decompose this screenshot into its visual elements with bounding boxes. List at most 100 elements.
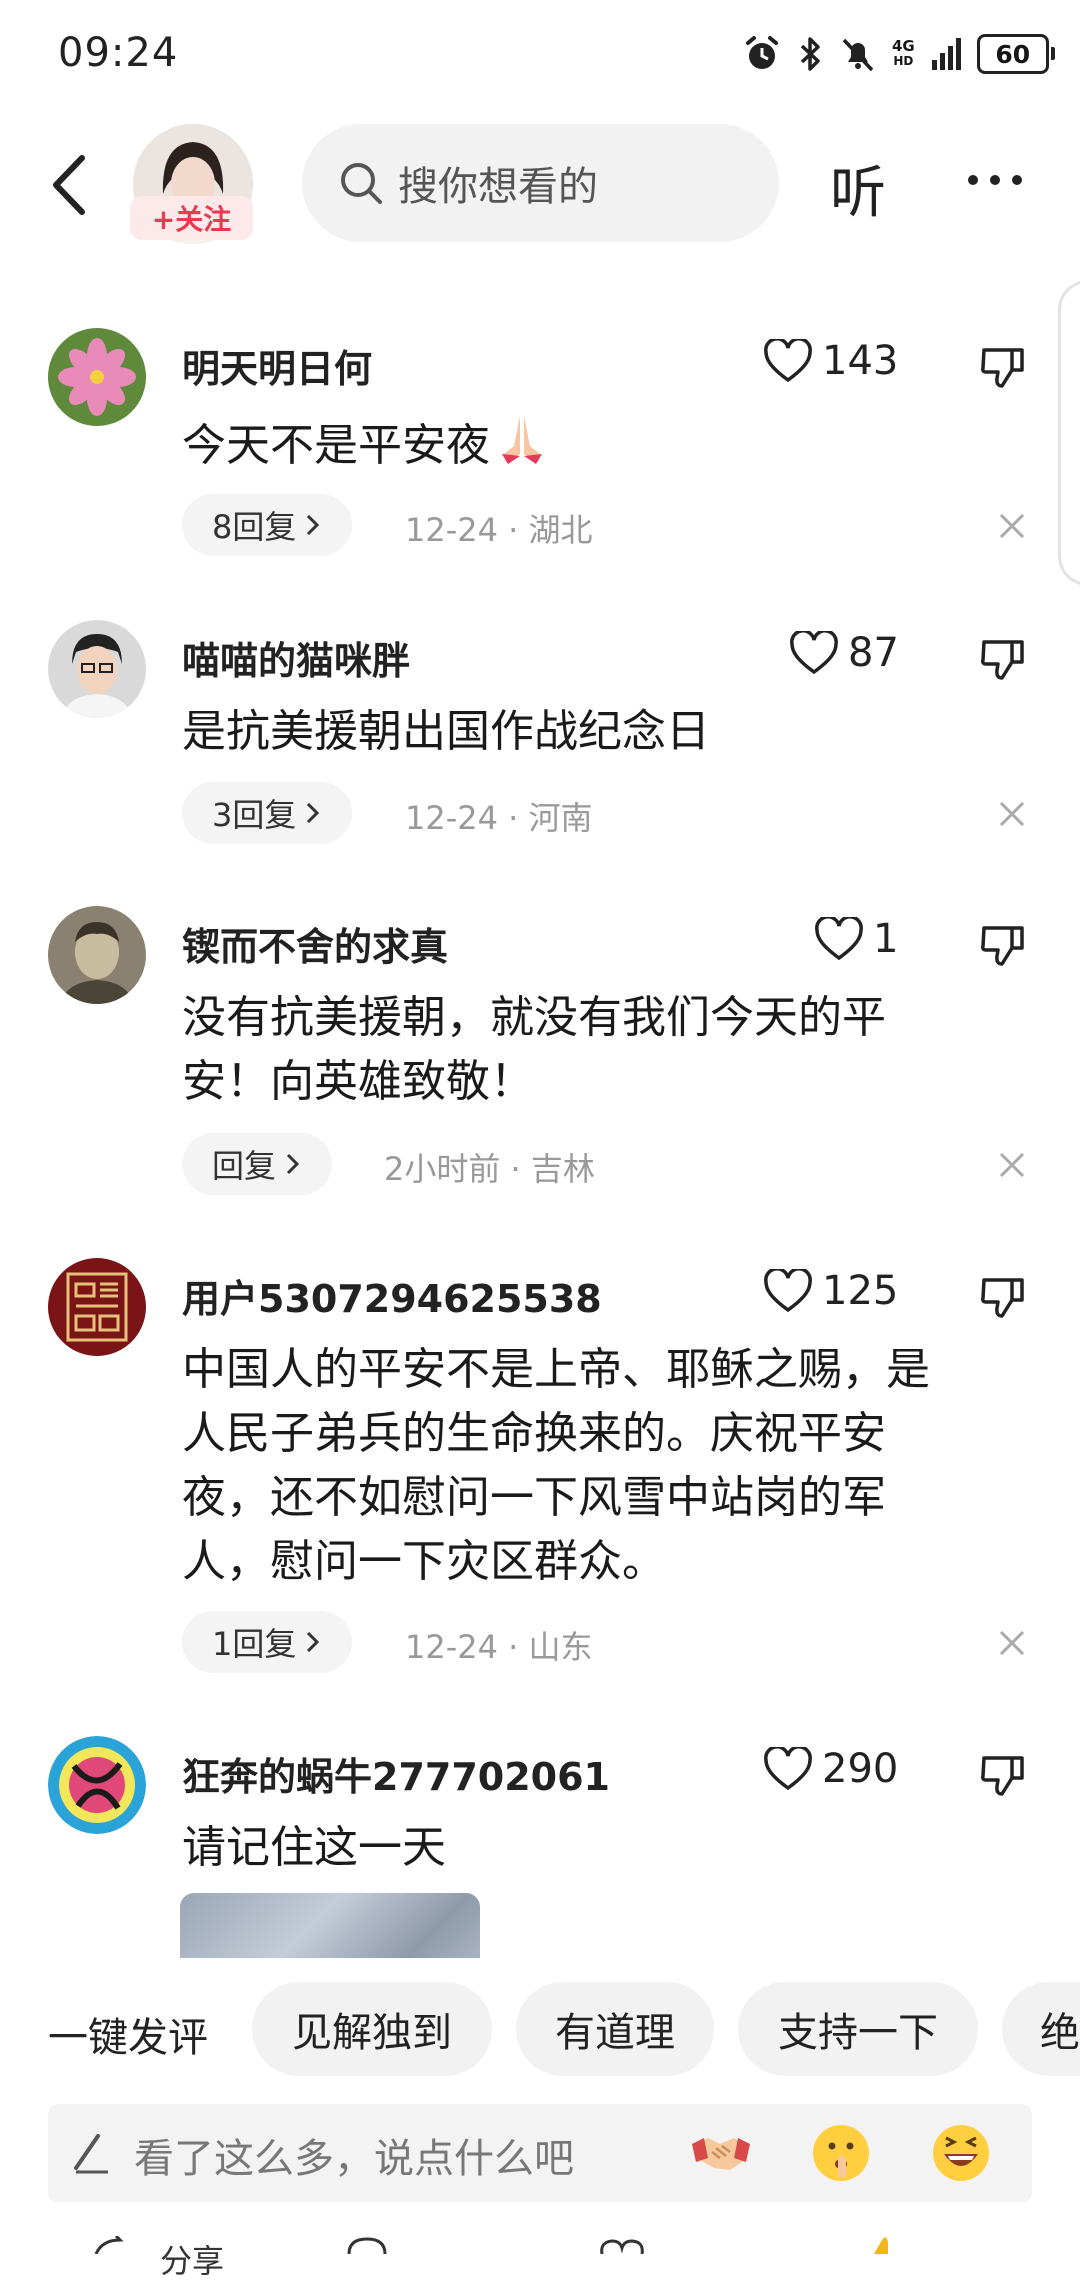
grinning-face-emoji[interactable] xyxy=(930,2122,992,2184)
quick-comment-chip[interactable]: 支持一下 xyxy=(738,1982,978,2076)
comment-text-line: 人，慰问一下灾区群众。 xyxy=(182,1536,666,1587)
more-icon[interactable] xyxy=(965,150,1025,210)
comment-date: 12-24 xyxy=(405,1628,498,1666)
comment-location: 吉林 xyxy=(530,1150,595,1188)
dislike-icon[interactable] xyxy=(980,344,1026,390)
heart-icon xyxy=(764,1747,812,1791)
praying-hands-emoji xyxy=(502,416,542,464)
comment-text-line: 安！向英雄致敬！ xyxy=(182,1056,534,1107)
reply-count: 8回复 xyxy=(212,508,297,546)
status-icons: 4G HD 60 xyxy=(742,30,1055,78)
reply-pill[interactable]: 1回复 xyxy=(182,1611,353,1673)
like-button[interactable]: 290 xyxy=(764,1746,898,1792)
chevron-right-icon xyxy=(307,1631,320,1653)
like-count: 87 xyxy=(848,630,899,676)
comment-location: 湖北 xyxy=(528,511,593,549)
reply-count: 3回复 xyxy=(212,796,297,834)
quick-comment-chip[interactable]: 绝 xyxy=(1002,1982,1080,2076)
reply-pill[interactable]: 3回复 xyxy=(182,782,353,844)
comment-meta: 12-24 · 湖北 xyxy=(405,511,593,549)
comment-date: 12-24 xyxy=(405,511,498,549)
bluetooth-icon xyxy=(800,37,820,71)
dislike-icon[interactable] xyxy=(980,922,1026,968)
comment-text-content: 今天不是平安夜 xyxy=(182,420,490,471)
comment-image[interactable] xyxy=(180,1893,480,1958)
heart-icon xyxy=(815,917,863,961)
comment-username[interactable]: 用户5307294625538 xyxy=(182,1268,602,1323)
comment-username[interactable]: 狂奔的蜗牛277702061 xyxy=(182,1746,610,1801)
comment-meta: 2小时前 · 吉林 xyxy=(384,1150,595,1188)
comment-text-line: 中国人的平安不是上帝、耶稣之赐，是 xyxy=(182,1344,930,1395)
heart-icon xyxy=(790,631,838,675)
close-icon[interactable] xyxy=(998,1151,1026,1179)
quick-comment-label: 一键发评 xyxy=(48,2015,208,2061)
reply-count: 1回复 xyxy=(212,1625,297,1663)
network-type: 4G xyxy=(892,37,915,55)
comment-meta: 12-24 · 山东 xyxy=(405,1628,593,1666)
like-button[interactable]: 143 xyxy=(764,338,898,384)
like-count: 125 xyxy=(822,1268,899,1314)
signal-icon xyxy=(931,38,961,70)
side-drawer-handle[interactable] xyxy=(1058,280,1080,586)
alarm-icon xyxy=(746,36,778,69)
search-bar[interactable]: 搜你想看的 xyxy=(302,124,779,242)
dislike-icon[interactable] xyxy=(980,1752,1026,1798)
like-button[interactable]: 87 xyxy=(790,630,899,676)
network-sub: HD xyxy=(893,54,914,68)
comment-icon[interactable] xyxy=(345,2236,389,2254)
comment-avatar[interactable] xyxy=(48,1736,146,1834)
cartoon-avatar-image xyxy=(48,620,146,718)
battery-icon: 60 xyxy=(976,34,1055,74)
comment-text: 请记住这一天 xyxy=(182,1822,446,1873)
dislike-icon[interactable] xyxy=(980,1274,1026,1320)
like-count: 290 xyxy=(822,1746,899,1792)
like-button[interactable]: 125 xyxy=(764,1268,898,1314)
chevron-right-icon xyxy=(307,802,320,824)
comment-date: 12-24 xyxy=(405,799,498,837)
vintage-photo-avatar-image xyxy=(48,906,146,1004)
comment-text-line: 人民子弟兵的生命换来的。庆祝平安 xyxy=(182,1408,886,1459)
close-icon[interactable] xyxy=(998,1629,1026,1657)
comment-text: 是抗美援朝出国作战纪念日 xyxy=(182,706,710,757)
like-icon[interactable] xyxy=(598,2238,646,2254)
comment-text-line: 没有抗美援朝，就没有我们今天的平 xyxy=(182,992,886,1043)
comment-location: 山东 xyxy=(528,1628,593,1666)
shushing-face-emoji[interactable] xyxy=(810,2122,872,2184)
comment-username[interactable]: 锲而不舍的求真 xyxy=(182,916,448,971)
dislike-icon[interactable] xyxy=(980,636,1026,682)
share-icon[interactable] xyxy=(92,2236,132,2254)
graffiti-avatar-image xyxy=(48,1736,146,1834)
like-count: 143 xyxy=(822,338,899,384)
comment-avatar[interactable] xyxy=(48,1258,146,1356)
handshake-emoji[interactable] xyxy=(690,2122,752,2184)
quick-comment-chip[interactable]: 有道理 xyxy=(516,1982,714,2076)
comment-input-placeholder: 看了这么多，说点什么吧 xyxy=(134,2136,574,2182)
comment-avatar[interactable] xyxy=(48,620,146,718)
comment-text: 没有抗美援朝，就没有我们今天的平 安！向英雄致敬！ xyxy=(182,986,886,1114)
quick-comment-chip[interactable]: 见解独到 xyxy=(252,1982,492,2076)
share-label[interactable]: 分享 xyxy=(160,2236,224,2282)
chevron-right-icon xyxy=(307,514,320,536)
chevron-right-icon xyxy=(286,1153,300,1175)
back-arrow-icon[interactable] xyxy=(44,150,104,220)
like-button[interactable]: 1 xyxy=(815,916,898,962)
comment-username[interactable]: 喵喵的猫咪胖 xyxy=(182,630,410,685)
comment-text: 今天不是平安夜 xyxy=(182,410,550,478)
reply-pill[interactable]: 8回复 xyxy=(182,494,353,556)
comment-username[interactable]: 明天明日何 xyxy=(182,338,372,393)
reply-pill[interactable]: 回复 xyxy=(182,1133,333,1195)
thumb-up-icon[interactable] xyxy=(866,2236,902,2254)
pencil-icon xyxy=(74,2134,108,2174)
close-icon[interactable] xyxy=(998,800,1026,828)
comment-location: 河南 xyxy=(528,799,593,837)
comment-avatar[interactable] xyxy=(48,906,146,1004)
comment-meta: 12-24 · 河南 xyxy=(405,799,593,837)
flower-avatar-image xyxy=(48,328,146,426)
follow-button[interactable]: +关注 xyxy=(130,196,253,240)
close-icon[interactable] xyxy=(998,512,1026,540)
reply-count: 回复 xyxy=(212,1147,277,1185)
listen-button[interactable]: 听 xyxy=(830,148,886,229)
status-time: 09:24 xyxy=(58,30,179,76)
comment-avatar[interactable] xyxy=(48,328,146,426)
search-icon xyxy=(341,163,382,204)
